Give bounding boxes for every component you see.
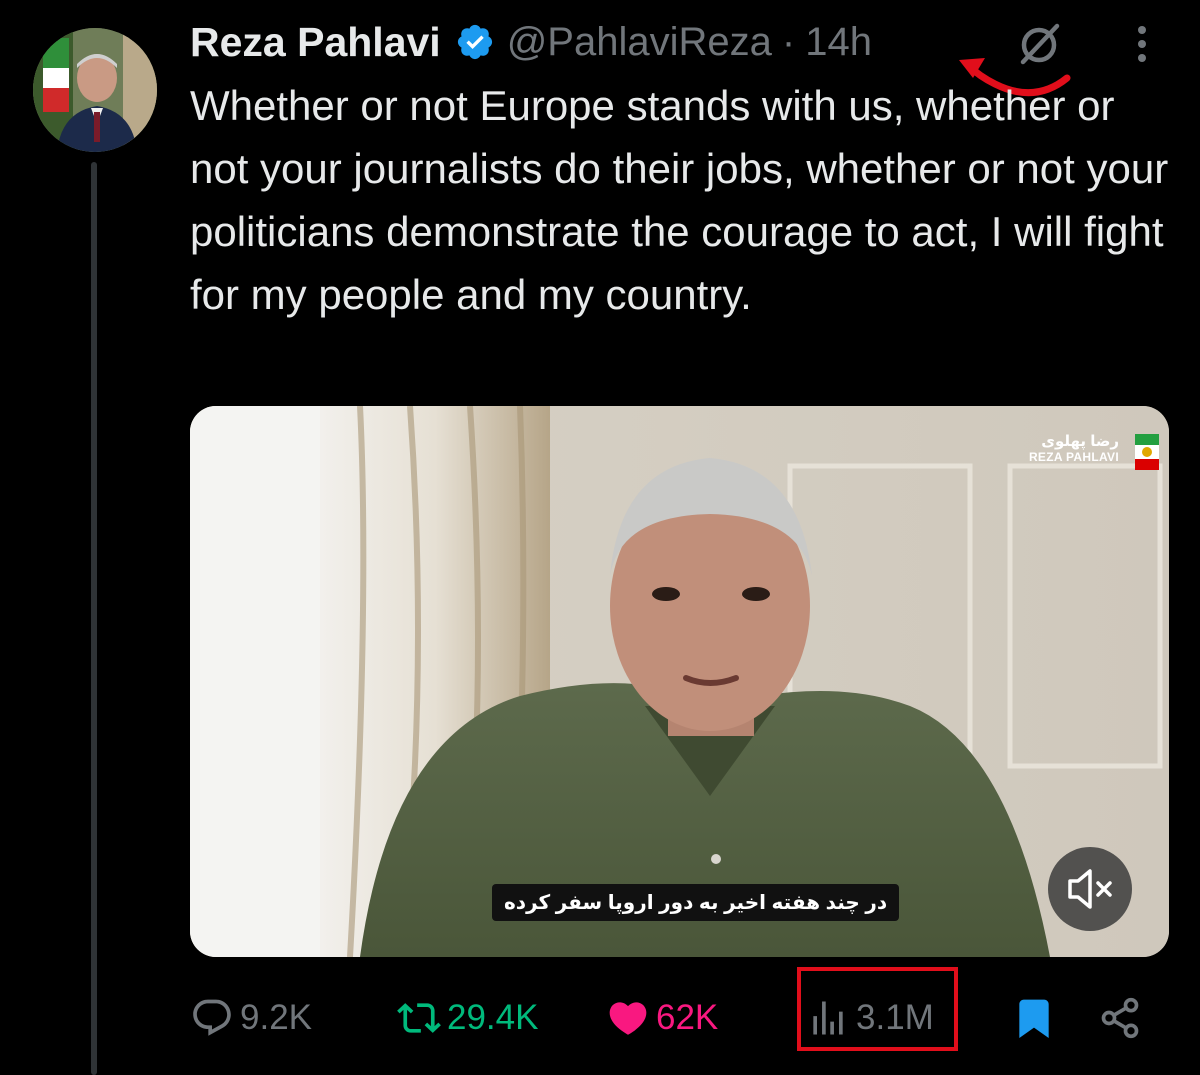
reply-icon xyxy=(193,999,231,1036)
bookmark-icon xyxy=(1019,999,1049,1039)
avatar-image xyxy=(33,28,157,152)
heart-icon xyxy=(609,1002,647,1035)
mute-icon xyxy=(1068,869,1112,909)
separator-dot: · xyxy=(781,19,796,64)
author-name[interactable]: Reza Pahlavi xyxy=(190,19,441,66)
lion-sun-flag-icon xyxy=(1135,434,1159,470)
timestamp[interactable]: 14h xyxy=(805,20,872,65)
thread-line xyxy=(91,162,97,1075)
reply-button[interactable]: 9.2K xyxy=(190,990,312,1046)
share-icon xyxy=(1101,997,1139,1039)
like-count: 62K xyxy=(656,998,719,1037)
video-subtitle: در چند هفته اخیر به دور اروپا سفر کرده xyxy=(492,884,900,921)
tweet-header: Reza Pahlavi @PahlaviReza · 14h xyxy=(190,14,872,70)
video-frame xyxy=(190,406,1169,957)
retweet-count: 29.4K xyxy=(447,998,539,1037)
avatar[interactable] xyxy=(33,28,157,152)
bookmark-button[interactable] xyxy=(1012,990,1056,1046)
tweet-text: Whether or not Europe stands with us, wh… xyxy=(190,82,1169,318)
author-handle[interactable]: @PahlaviReza xyxy=(507,20,772,65)
video-player[interactable]: رضا پهلوی REZA PAHLAVI در چند هفته اخیر … xyxy=(190,406,1169,957)
action-bar: 9.2K 29.4K 62K 3.1M xyxy=(190,990,1170,1050)
reply-count: 9.2K xyxy=(240,998,312,1037)
more-icon[interactable] xyxy=(1120,22,1164,66)
mute-button[interactable] xyxy=(1048,847,1132,931)
watermark-persian: رضا پهلوی xyxy=(1041,433,1119,450)
views-highlight-box xyxy=(797,967,958,1051)
video-watermark: رضا پهلوی REZA PAHLAVI xyxy=(1028,432,1159,470)
retweet-icon xyxy=(397,1003,441,1033)
share-button[interactable] xyxy=(1098,990,1142,1046)
retweet-button[interactable]: 29.4K xyxy=(397,990,538,1046)
watermark-english: REZA PAHLAVI xyxy=(1028,450,1119,464)
verified-badge-icon xyxy=(457,24,492,60)
like-button[interactable]: 62K xyxy=(606,990,718,1046)
